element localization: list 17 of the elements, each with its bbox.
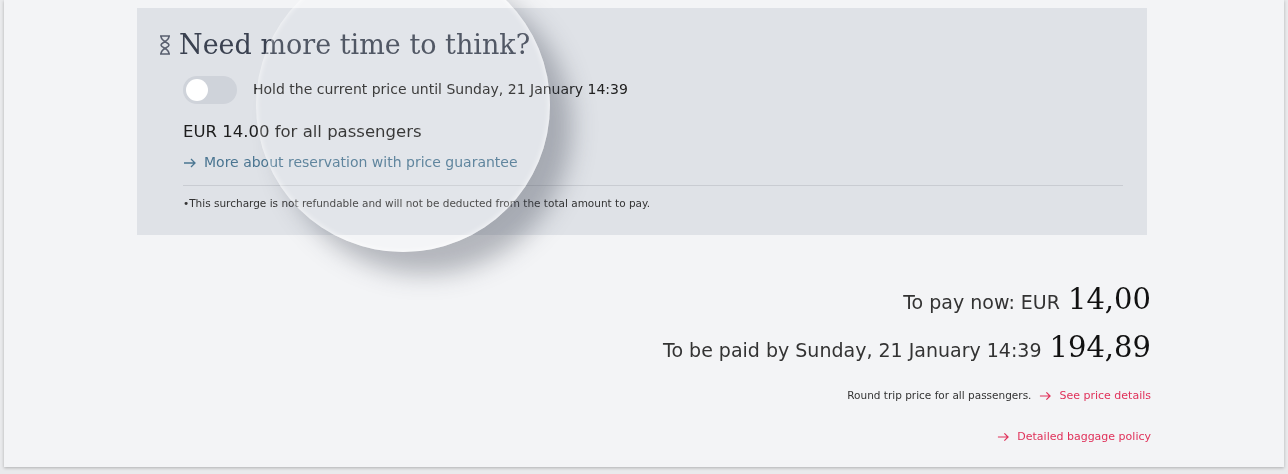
arrow-icon xyxy=(997,431,1010,442)
arrow-icon xyxy=(1039,391,1052,402)
fee-text: EUR 14.00 for all passengers xyxy=(183,120,423,143)
pay-now-label: To pay now: EUR xyxy=(903,290,1060,315)
toggle-label: Hold the current price until Sunday, 21 January 14:39 xyxy=(253,80,628,100)
info-link[interactable]: More about reservation with price guarantee xyxy=(204,152,518,174)
pay-now-amount: 14,00 xyxy=(1067,285,1151,314)
toggle-switch[interactable] xyxy=(183,75,237,104)
price-details-link[interactable]: See price details xyxy=(1059,388,1151,405)
arrow-icon xyxy=(183,157,196,168)
footnote: •This surcharge is not refundable and will not be deducted from the total amount to pay. xyxy=(183,196,652,212)
pay-later-amount: 194,89 xyxy=(1049,332,1151,362)
baggage-policy-link[interactable]: Detailed baggage policy xyxy=(1017,428,1151,445)
pay-later-label: To be paid by Sunday, 21 January 14:39 xyxy=(663,337,1042,363)
price-note: Round trip price for all passengers. xyxy=(847,388,1032,404)
hourglass-icon xyxy=(159,34,171,55)
section-title: Need more time to think? xyxy=(179,30,531,60)
